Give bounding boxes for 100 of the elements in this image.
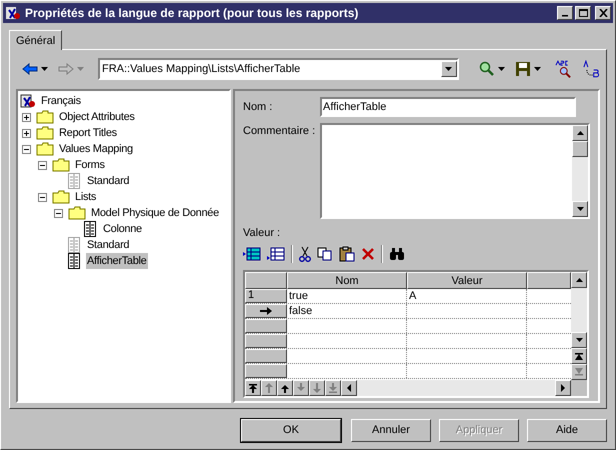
current-row-arrow-icon	[260, 306, 272, 314]
last-record-icon	[328, 382, 338, 392]
maximize-icon	[578, 9, 588, 17]
back-arrow-icon[interactable]	[22, 63, 38, 75]
column-header[interactable]: Nom	[287, 272, 407, 288]
tree-item[interactable]: Lists	[74, 188, 98, 206]
field-label: Nom :	[243, 100, 274, 115]
scroll-up-button[interactable]	[571, 272, 587, 288]
next-record-button[interactable]	[293, 380, 309, 396]
table-cell: true	[287, 288, 407, 302]
row-header[interactable]	[245, 348, 287, 362]
field-label: Valeur :	[243, 226, 282, 241]
next-page-icon	[312, 382, 322, 392]
delete-icon[interactable]	[361, 246, 375, 260]
folder-icon	[52, 190, 70, 204]
row-header[interactable]	[245, 304, 287, 318]
maximize-button[interactable]	[575, 6, 591, 20]
name-field[interactable]: AfficherTable	[320, 97, 576, 117]
row-header[interactable]: 1	[245, 288, 287, 302]
list-icon	[68, 237, 80, 253]
list-icon	[68, 173, 80, 189]
previous-page-icon	[264, 382, 274, 392]
tree-item[interactable]: AfficherTable	[86, 252, 148, 270]
tree-item[interactable]: Object Attributes	[58, 108, 136, 126]
close-button[interactable]	[595, 6, 611, 20]
next-record-icon	[296, 382, 306, 392]
caret-icon[interactable]	[534, 67, 541, 71]
up-arrow-icon	[576, 278, 582, 282]
previous-record-button[interactable]	[277, 380, 293, 396]
close-icon	[598, 9, 608, 17]
previous-record-icon	[280, 382, 290, 392]
scroll-down-button[interactable]	[571, 332, 587, 348]
collapse-icon[interactable]	[22, 144, 31, 154]
scroll-left-button[interactable]	[341, 380, 357, 396]
magnifier-icon[interactable]	[478, 61, 495, 77]
tree-item[interactable]: Report Titles	[58, 124, 118, 142]
collapse-icon[interactable]	[38, 192, 47, 202]
tree-item[interactable]: Standard	[86, 236, 130, 254]
expand-icon[interactable]	[22, 128, 31, 138]
tree-item[interactable]: Model Physique de Donnée	[90, 204, 220, 222]
scroll-down-button[interactable]	[572, 201, 588, 217]
copy-icon[interactable]	[317, 246, 333, 260]
column-header[interactable]: Valeur	[407, 272, 527, 288]
minimize-button[interactable]	[557, 6, 573, 20]
save-icon[interactable]	[514, 61, 531, 77]
cut-icon[interactable]	[299, 246, 311, 262]
last-row-icon	[574, 366, 584, 376]
expand-icon[interactable]	[22, 112, 31, 122]
window-title: Propriétés de la langue de rapport (pour tous les rapports)	[25, 5, 358, 22]
binoculars-icon[interactable]	[389, 246, 405, 260]
tree-item[interactable]: Values Mapping	[58, 140, 134, 158]
add-row-icon[interactable]	[267, 246, 285, 260]
folder-icon	[36, 110, 54, 124]
dialog-button[interactable]: Aide	[527, 419, 607, 442]
scroll-up-button[interactable]	[572, 125, 588, 141]
list-icon	[84, 221, 96, 237]
scroll-thumb[interactable]	[572, 141, 588, 157]
tree-item[interactable]: Forms	[74, 156, 106, 174]
tree-item[interactable]: Français	[40, 92, 82, 110]
caret-icon[interactable]	[498, 67, 505, 71]
field-label: Commentaire :	[243, 124, 316, 139]
spell-check-icon[interactable]	[554, 60, 572, 78]
row-header[interactable]	[245, 364, 287, 378]
first-row-button[interactable]	[571, 348, 587, 364]
app-icon	[5, 5, 21, 21]
last-record-button[interactable]	[325, 380, 341, 396]
insert-row-icon[interactable]	[243, 246, 261, 260]
replace-icon[interactable]	[582, 60, 600, 78]
collapse-icon[interactable]	[38, 160, 47, 170]
table-cell: false	[287, 304, 407, 318]
dialog-button[interactable]: Annuler	[351, 419, 431, 442]
row-header[interactable]	[245, 334, 287, 348]
next-page-button[interactable]	[309, 380, 325, 396]
row-header[interactable]	[245, 318, 287, 332]
previous-page-button[interactable]	[261, 380, 277, 396]
list-icon	[68, 253, 80, 269]
column-header[interactable]	[527, 272, 571, 288]
tree-item[interactable]: Standard	[86, 172, 130, 190]
first-record-icon	[248, 382, 258, 392]
folder-icon	[68, 206, 86, 220]
tab[interactable]: Général	[9, 30, 62, 50]
down-arrow-icon	[576, 207, 584, 211]
caret-icon[interactable]	[41, 67, 48, 71]
scroll-right-icon	[558, 382, 568, 392]
collapse-icon[interactable]	[54, 208, 63, 218]
folder-icon	[52, 158, 70, 172]
first-row-icon	[574, 350, 584, 360]
paste-icon[interactable]	[339, 246, 355, 262]
path-combobox[interactable]: FRA::Values Mapping\Lists\AfficherTable	[98, 58, 459, 80]
first-record-button[interactable]	[245, 380, 261, 396]
dropdown-caret-icon[interactable]	[445, 67, 452, 71]
scrollbar[interactable]	[572, 125, 588, 217]
tree-item[interactable]: Colonne	[102, 220, 143, 238]
scroll-right-button[interactable]	[555, 380, 571, 396]
dialog-button[interactable]: OK	[241, 419, 341, 442]
scrollbar[interactable]	[571, 272, 587, 380]
comment-field[interactable]	[320, 123, 590, 219]
folder-icon	[36, 126, 54, 140]
language-icon	[20, 93, 36, 109]
last-row-button[interactable]	[571, 364, 587, 380]
